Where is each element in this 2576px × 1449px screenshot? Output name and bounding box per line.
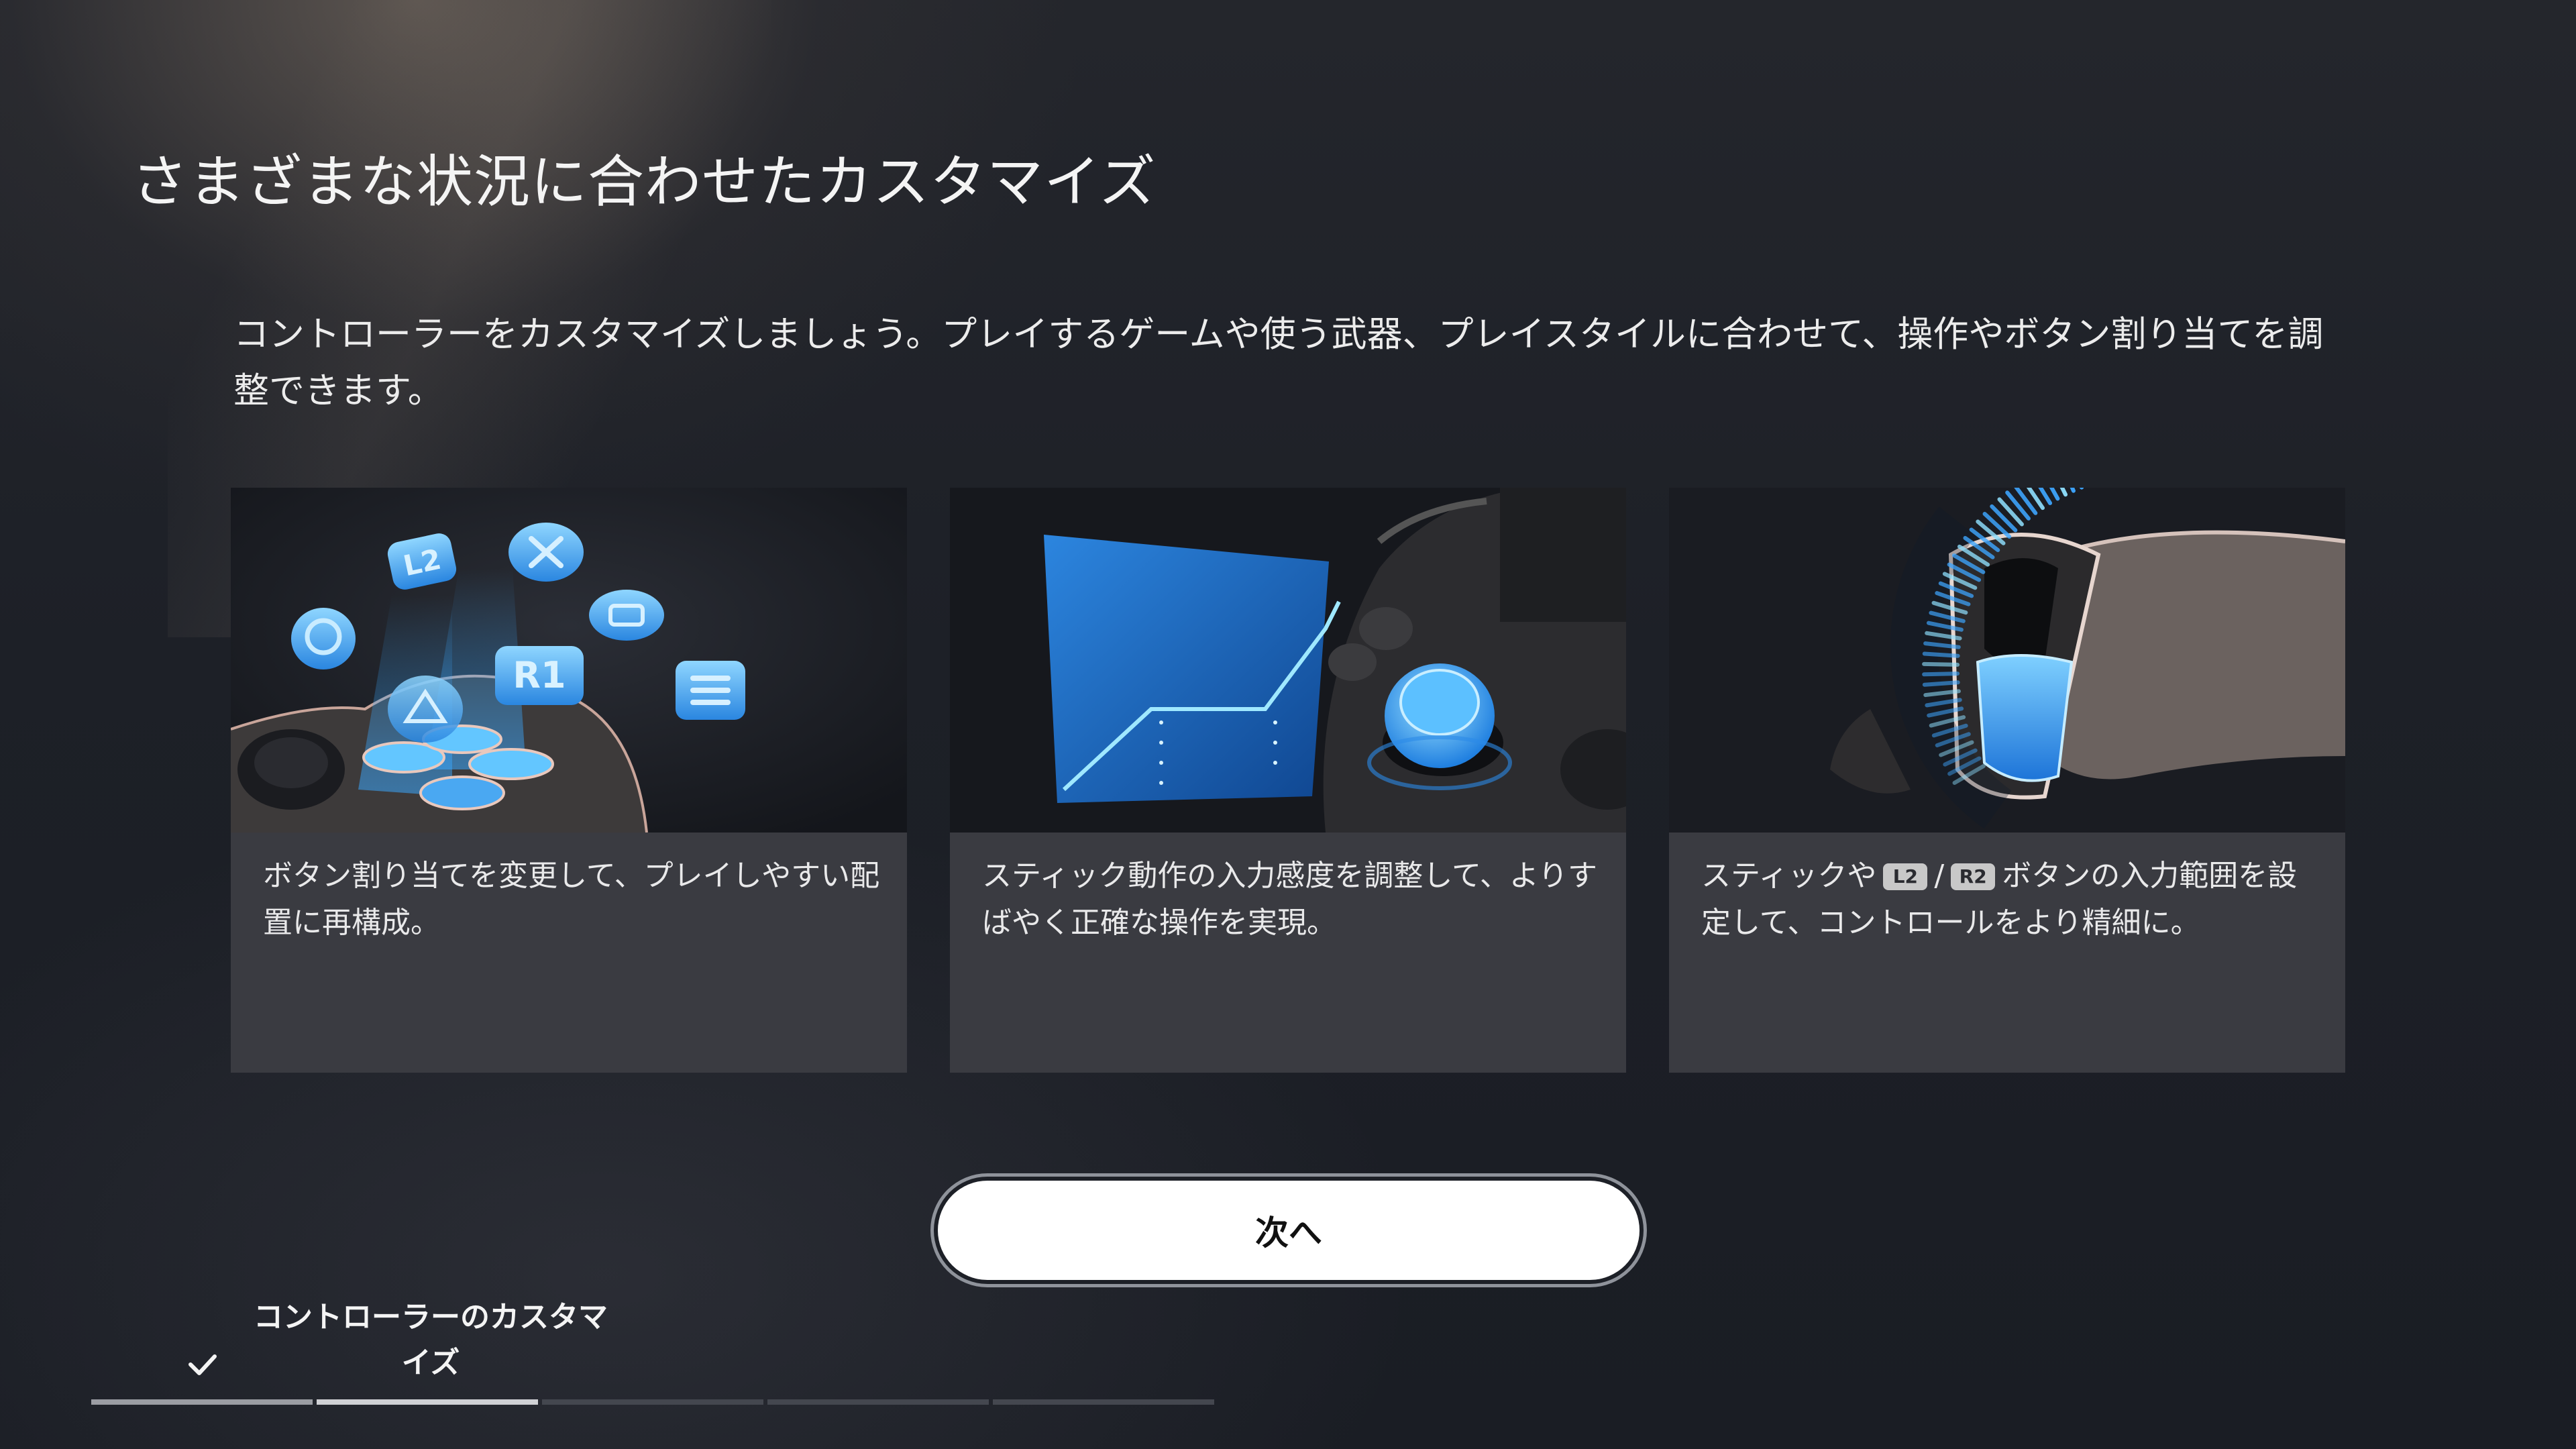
page-title: さまざまな状況に合わせたカスタマイズ <box>131 149 1157 215</box>
setup-progress-bar <box>91 1399 1218 1405</box>
r1-art-label: R1 <box>513 654 566 696</box>
trigger-range-illustration <box>1669 488 2345 833</box>
feature-cards: L2 R1 ボタン割り当てを変更して、プレイしやすい配置に再構成。 スティック動… <box>231 488 2345 1073</box>
progress-step-label: コントローラーのカスタマイズ <box>254 1300 608 1380</box>
button-remap-illustration: L2 R1 <box>231 488 907 833</box>
card-text-before: スティックや <box>1701 859 1877 893</box>
feature-card-button-remap: L2 R1 ボタン割り当てを変更して、プレイしやすい配置に再構成。 <box>231 488 907 1073</box>
stick-sensitivity-art <box>950 488 1626 833</box>
progress-segment-2 <box>317 1399 538 1405</box>
range-tick <box>1922 680 1960 687</box>
next-button[interactable]: 次へ <box>938 1181 1640 1280</box>
trigger-range-art <box>1669 488 2345 833</box>
r2-button-badge: R2 <box>1951 863 1996 890</box>
feature-card-text: スティックや L2/R2 ボタンの入力範囲を設定して、コントロールをより精細に。 <box>1701 853 2318 947</box>
check-icon <box>189 1354 217 1375</box>
progress-segment-5 <box>993 1399 1214 1405</box>
customization-screen: さまざまな状況に合わせたカスタマイズ コントローラーをカスタマイズしましょう。プ… <box>0 0 2576 1449</box>
progress-segment-1 <box>91 1399 313 1405</box>
badge-separator: / <box>1934 859 1945 893</box>
stick-sensitivity-illustration <box>950 488 1626 833</box>
feature-card-stick-sensitivity: スティック動作の入力感度を調整して、よりすばやく正確な操作を実現。 <box>950 488 1626 1073</box>
page-description: コントローラーをカスタマイズしましょう。プレイするゲームや使う武器、プレイスタイ… <box>233 314 2324 411</box>
progress-segment-4 <box>767 1399 989 1405</box>
range-tick <box>1922 661 1960 667</box>
feature-card-text: スティック動作の入力感度を調整して、よりすばやく正確な操作を実現。 <box>982 859 1597 940</box>
feature-card-text: ボタン割り当てを変更して、プレイしやすい配置に再構成。 <box>263 859 880 940</box>
feature-card-trigger-range: スティックや L2/R2 ボタンの入力範囲を設定して、コントロールをより精細に。 <box>1669 488 2345 1073</box>
progress-segment-3 <box>542 1399 763 1405</box>
range-tick <box>1922 651 1960 658</box>
button-remap-art: L2 R1 <box>231 488 907 833</box>
l2-button-badge: L2 <box>1883 863 1928 890</box>
